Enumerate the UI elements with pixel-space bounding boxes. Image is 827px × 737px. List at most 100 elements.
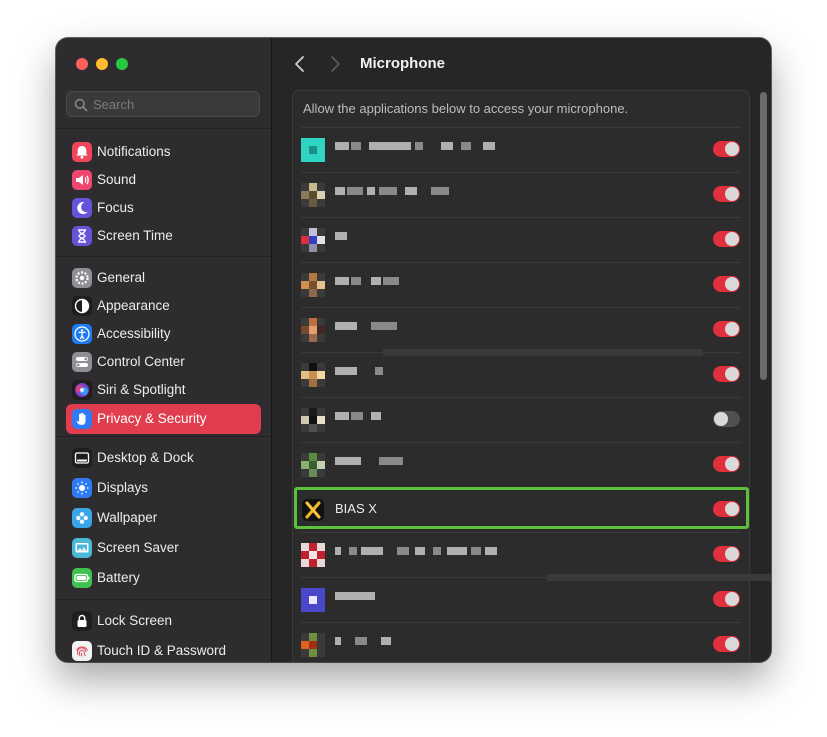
redacted-app-name (335, 232, 535, 242)
microphone-access-toggle[interactable] (713, 321, 740, 337)
microphone-access-toggle[interactable] (713, 411, 740, 427)
sidebar-item-label: Screen Time (97, 228, 173, 243)
lock-icon (72, 611, 92, 631)
microphone-access-toggle[interactable] (713, 636, 740, 652)
gear-icon (72, 268, 92, 288)
sidebar-item-label: Lock Screen (97, 613, 173, 628)
app-row (293, 532, 749, 577)
microphone-access-toggle[interactable] (713, 366, 740, 382)
app-row (293, 172, 749, 217)
redacted-app-name (335, 277, 535, 287)
settings-window: Notifications Sound Focus Screen Time Genera… (56, 38, 771, 662)
sidebar-item-touch-id-password[interactable]: Touch ID & Password (66, 637, 261, 662)
screensaver-icon (72, 538, 92, 558)
sidebar-item-lock-screen[interactable]: Lock Screen (66, 607, 261, 635)
sidebar-item-accessibility[interactable]: Accessibility (66, 320, 261, 348)
redacted-app-name (335, 547, 535, 557)
microphone-access-toggle[interactable] (713, 546, 740, 562)
toggle-knob (725, 142, 739, 156)
sidebar-item-label: General (97, 270, 146, 285)
bell-icon (72, 142, 92, 162)
sidebar-item-label: Appearance (97, 298, 170, 313)
sun-icon (72, 478, 92, 498)
sidebar-divider (56, 599, 271, 600)
app-icon (301, 363, 325, 387)
app-row (293, 352, 749, 397)
app-row (293, 217, 749, 262)
app-icon (301, 228, 325, 252)
redacted-app-name (335, 637, 535, 647)
search-input[interactable] (93, 92, 253, 116)
sidebar-item-control-center[interactable]: Control Center (66, 348, 261, 376)
toggle-knob (725, 232, 739, 246)
app-icon (301, 408, 325, 432)
sidebar-item-displays[interactable]: Displays (66, 474, 261, 502)
toggle-knob (725, 547, 739, 561)
app-icon (301, 543, 325, 567)
sidebar-item-privacy-security[interactable]: Privacy & Security (66, 404, 261, 434)
app-icon (301, 318, 325, 342)
sidebar-item-label: Sound (97, 172, 137, 187)
accessibility-icon (72, 324, 92, 344)
sidebar-item-label: Desktop & Dock (97, 450, 194, 465)
sidebar-item-label: Accessibility (97, 326, 171, 341)
sidebar-item-label: Control Center (97, 354, 185, 369)
row-divider (301, 622, 741, 623)
sidebar-item-label: Focus (97, 200, 134, 215)
zoom-button[interactable] (116, 58, 128, 70)
toggle-knob (725, 592, 739, 606)
microphone-access-toggle[interactable] (713, 591, 740, 607)
microphone-access-toggle[interactable] (713, 276, 740, 292)
back-button[interactable] (290, 54, 312, 74)
app-row (293, 577, 749, 622)
sidebar-item-siri-spotlight[interactable]: Siri & Spotlight (66, 376, 261, 404)
sidebar-item-general[interactable]: General (66, 264, 261, 292)
fingerprint-icon (72, 641, 92, 661)
sidebar-divider (56, 436, 271, 437)
microphone-access-toggle[interactable] (713, 456, 740, 472)
sidebar-item-sound[interactable]: Sound (66, 166, 261, 194)
toggle-knob (714, 412, 728, 426)
forward-button[interactable] (324, 54, 346, 74)
appearance-icon (72, 296, 92, 316)
sidebar-item-notifications[interactable]: Notifications (66, 138, 261, 166)
app-icon (301, 138, 325, 162)
app-icon (301, 453, 325, 477)
row-divider (301, 397, 741, 398)
microphone-access-toggle[interactable] (713, 231, 740, 247)
row-divider (301, 217, 741, 218)
toggle-knob (725, 637, 739, 651)
sidebar-item-battery[interactable]: Battery (66, 564, 261, 592)
scrollbar[interactable] (760, 92, 767, 380)
siri-icon (72, 380, 92, 400)
sidebar-item-label: Battery (97, 570, 140, 585)
sidebar-item-screen-time[interactable]: Screen Time (66, 222, 261, 250)
redacted-app-name (335, 457, 535, 467)
microphone-access-toggle[interactable] (713, 141, 740, 157)
sidebar-item-wallpaper[interactable]: Wallpaper (66, 504, 261, 532)
dock-icon (72, 448, 92, 468)
close-button[interactable] (76, 58, 88, 70)
sidebar-item-screen-saver[interactable]: Screen Saver (66, 534, 261, 562)
search-field[interactable] (66, 91, 260, 117)
list-header: Allow the applications below to access y… (303, 101, 629, 116)
app-row (293, 307, 749, 352)
microphone-access-toggle[interactable] (713, 186, 740, 202)
battery-icon (72, 568, 92, 588)
sidebar-item-focus[interactable]: Focus (66, 194, 261, 222)
hourglass-icon (72, 226, 92, 246)
sidebar-item-label: Displays (97, 480, 149, 495)
sidebar-divider (56, 256, 271, 257)
sidebar-divider (56, 128, 271, 129)
minimize-button[interactable] (96, 58, 108, 70)
sidebar-item-label: Touch ID & Password (97, 643, 227, 658)
redacted-app-name (335, 322, 535, 332)
app-icon (301, 588, 325, 612)
toggle-knob (725, 322, 739, 336)
app-row (293, 127, 749, 172)
microphone-app-list: Allow the applications below to access y… (292, 90, 771, 662)
speaker-icon (72, 170, 92, 190)
sidebar-item-appearance[interactable]: Appearance (66, 292, 261, 320)
sidebar-item-desktop-dock[interactable]: Desktop & Dock (66, 444, 261, 472)
toggle-knob (725, 457, 739, 471)
